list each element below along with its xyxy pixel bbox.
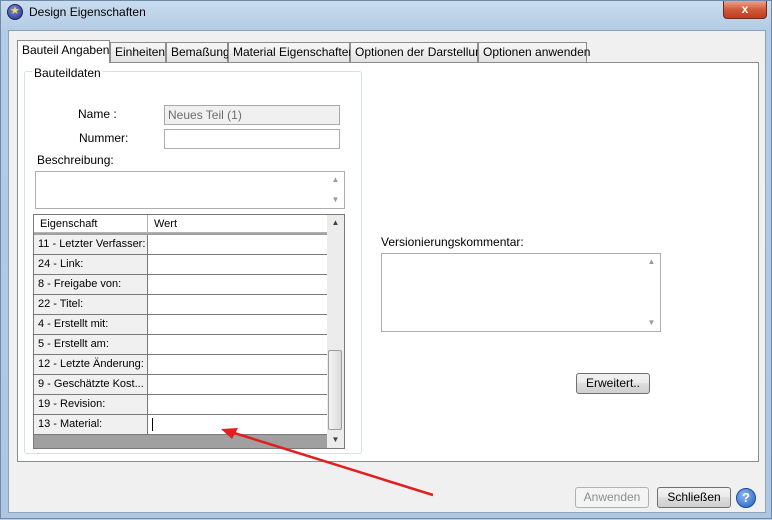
dialog-window: Design Eigenschaften x Bauteil Angaben E…: [0, 0, 772, 519]
annotation-arrow-line: [230, 430, 434, 497]
annotation-arrow: [221, 428, 434, 497]
tab-bauteil-angaben[interactable]: Bauteil Angaben: [17, 40, 110, 63]
